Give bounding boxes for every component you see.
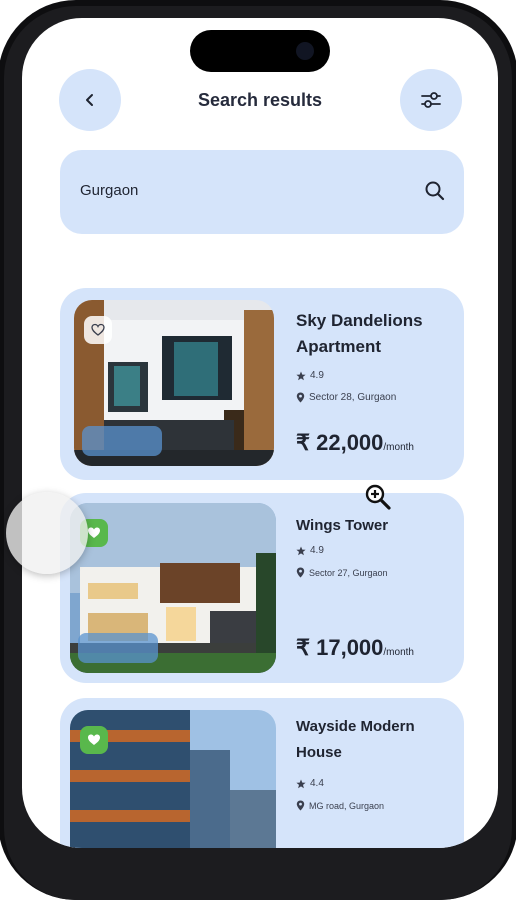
search-bar[interactable]: Gurgaon [60, 150, 464, 234]
listing-name: Wings Tower [296, 517, 389, 534]
listing-price: ₹ 17,000/month [296, 635, 414, 661]
listing-rating: 4.9 [296, 545, 324, 556]
dynamic-island [190, 30, 330, 72]
pin-icon [296, 567, 305, 578]
listing-rating: 4.9 [296, 370, 324, 381]
listing-image[interactable] [70, 710, 276, 848]
search-icon[interactable] [424, 180, 446, 202]
listing-name: Wayside Modern House [296, 718, 415, 761]
heart-icon [91, 323, 105, 336]
listing-image[interactable] [74, 300, 274, 466]
favorite-button[interactable] [80, 726, 108, 754]
zoom-in-cursor-icon [365, 484, 391, 510]
listing-price: ₹ 22,000/month [296, 430, 414, 456]
heart-icon [88, 734, 100, 745]
listing-name: Sky Dandelions Apartment [296, 311, 423, 356]
price-value: ₹ 22,000 [296, 430, 384, 455]
star-icon [296, 779, 306, 788]
camera [296, 42, 314, 60]
rating-value: 4.4 [310, 778, 324, 789]
listing-card[interactable]: Sky Dandelions Apartment 4.9 Sector 28, … [60, 288, 464, 480]
pin-icon [296, 392, 305, 403]
location-text: Sector 28, Gurgaon [309, 392, 397, 403]
location-text: Sector 27, Gurgaon [309, 567, 388, 578]
listing-card[interactable]: Wayside Modern House 4.4 MG road, Gurgao… [60, 698, 464, 848]
pin-icon [296, 800, 305, 811]
star-icon [296, 371, 306, 380]
price-unit: /month [383, 647, 414, 658]
listing-location: Sector 27, Gurgaon [296, 567, 388, 578]
favorite-button[interactable] [84, 316, 112, 344]
search-input[interactable]: Gurgaon [80, 182, 138, 199]
rating-value: 4.9 [310, 370, 324, 381]
price-unit: /month [383, 442, 414, 453]
listing-location: MG road, Gurgaon [296, 800, 384, 811]
image-overlay [82, 426, 162, 456]
screen: Search results Gurgaon Sky Dandelions Ap… [22, 18, 498, 848]
rating-value: 4.9 [310, 545, 324, 556]
price-value: ₹ 17,000 [296, 635, 384, 660]
listing-rating: 4.4 [296, 778, 324, 789]
sliders-icon [421, 92, 441, 108]
location-text: MG road, Gurgaon [309, 800, 385, 811]
listing-card[interactable]: Wings Tower 4.9 Sector 27, Gurgaon ₹ 17,… [60, 493, 464, 683]
touch-indicator [6, 492, 88, 574]
listing-image[interactable] [70, 503, 276, 673]
filter-button[interactable] [400, 69, 462, 131]
heart-icon [88, 527, 100, 538]
star-icon [296, 546, 306, 555]
listing-location: Sector 28, Gurgaon [296, 392, 396, 403]
image-overlay [78, 633, 158, 663]
